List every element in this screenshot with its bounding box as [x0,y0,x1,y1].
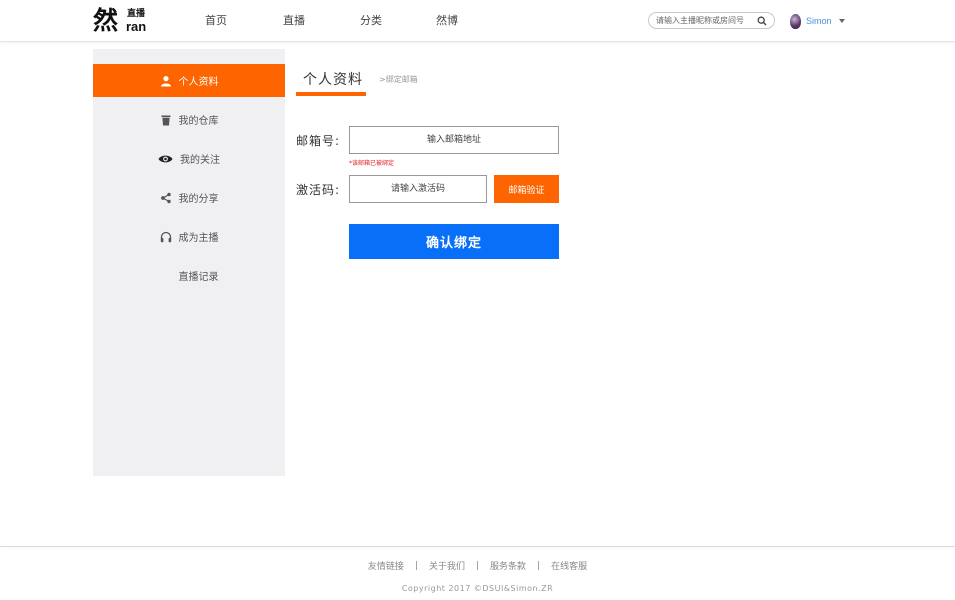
sidebar-item-live-records[interactable]: 直播记录 [93,259,285,292]
email-field[interactable] [350,127,558,153]
chevron-down-icon[interactable] [838,19,845,23]
email-label: 邮箱号: [296,134,341,148]
code-label: 激活码: [296,183,341,197]
headphones-icon [160,231,172,243]
sidebar: 个人资料 我的仓库 我的关注 我的分享 成为主播 直播记录 [93,49,285,476]
tab-underline [296,92,366,96]
footer-separator: | [414,560,418,571]
footer-link-friends[interactable]: 友情链接 [368,559,404,572]
footer-links: 友情链接 | 关于我们 | 服务条款 | 在线客服 [0,559,955,573]
logo-en-text: ran [126,19,147,34]
eye-icon [158,153,173,165]
top-header: 然 直播 ran 首页 直播 分类 然博 Simon [0,0,955,42]
sidebar-item-warehouse[interactable]: 我的仓库 [93,103,285,136]
sidebar-item-following[interactable]: 我的关注 [93,142,285,175]
sidebar-item-become-streamer[interactable]: 成为主播 [93,220,285,253]
share-icon [160,192,172,204]
activation-code-field[interactable] [350,176,486,202]
avatar[interactable] [790,13,801,29]
sidebar-item-label: 直播记录 [178,272,219,283]
search-input[interactable] [656,14,754,27]
search-icon[interactable] [757,16,767,26]
tab-profile[interactable]: 个人资料 [303,69,363,89]
site-logo[interactable]: 然 直播 ran [93,6,149,36]
user-name[interactable]: Simon [806,16,832,26]
breadcrumb[interactable]: >绑定邮箱 [379,74,418,85]
nav-category[interactable]: 分类 [360,13,382,29]
email-field-box [349,126,559,154]
trash-icon [160,114,172,126]
copyright: Copyright 2017 ©DSUI&Simon.ZR [401,584,554,593]
nav-live[interactable]: 直播 [283,13,305,29]
footer-separator: | [537,560,541,571]
footer-link-support[interactable]: 在线客服 [551,559,587,572]
sidebar-item-share[interactable]: 我的分享 [93,181,285,214]
confirm-bind-button[interactable]: 确认绑定 [349,224,559,259]
sidebar-item-label: 我的分享 [178,194,219,205]
user-menu[interactable]: Simon [790,12,845,30]
sidebar-item-label: 成为主播 [178,233,219,244]
footer-link-terms[interactable]: 服务条款 [490,559,526,572]
nav-ranbo[interactable]: 然博 [436,13,458,29]
sidebar-item-profile[interactable]: 个人资料 [93,64,285,97]
blank-icon [160,270,172,282]
sidebar-item-label: 我的仓库 [178,116,219,127]
footer-divider [0,546,955,547]
sidebar-item-label: 我的关注 [180,155,220,166]
code-field-box [349,175,487,203]
sidebar-item-label: 个人资料 [178,77,219,88]
logo-sub-text: 直播 [127,9,146,19]
search-box [648,12,775,29]
user-icon [160,75,172,87]
footer-link-about[interactable]: 关于我们 [429,559,465,572]
nav-home[interactable]: 首页 [205,13,227,29]
logo-main-glyph: 然 [93,6,119,35]
footer-separator: | [475,560,480,571]
email-verify-button[interactable]: 邮箱验证 [494,175,559,203]
email-warning: *该邮箱已被绑定 [349,160,395,167]
